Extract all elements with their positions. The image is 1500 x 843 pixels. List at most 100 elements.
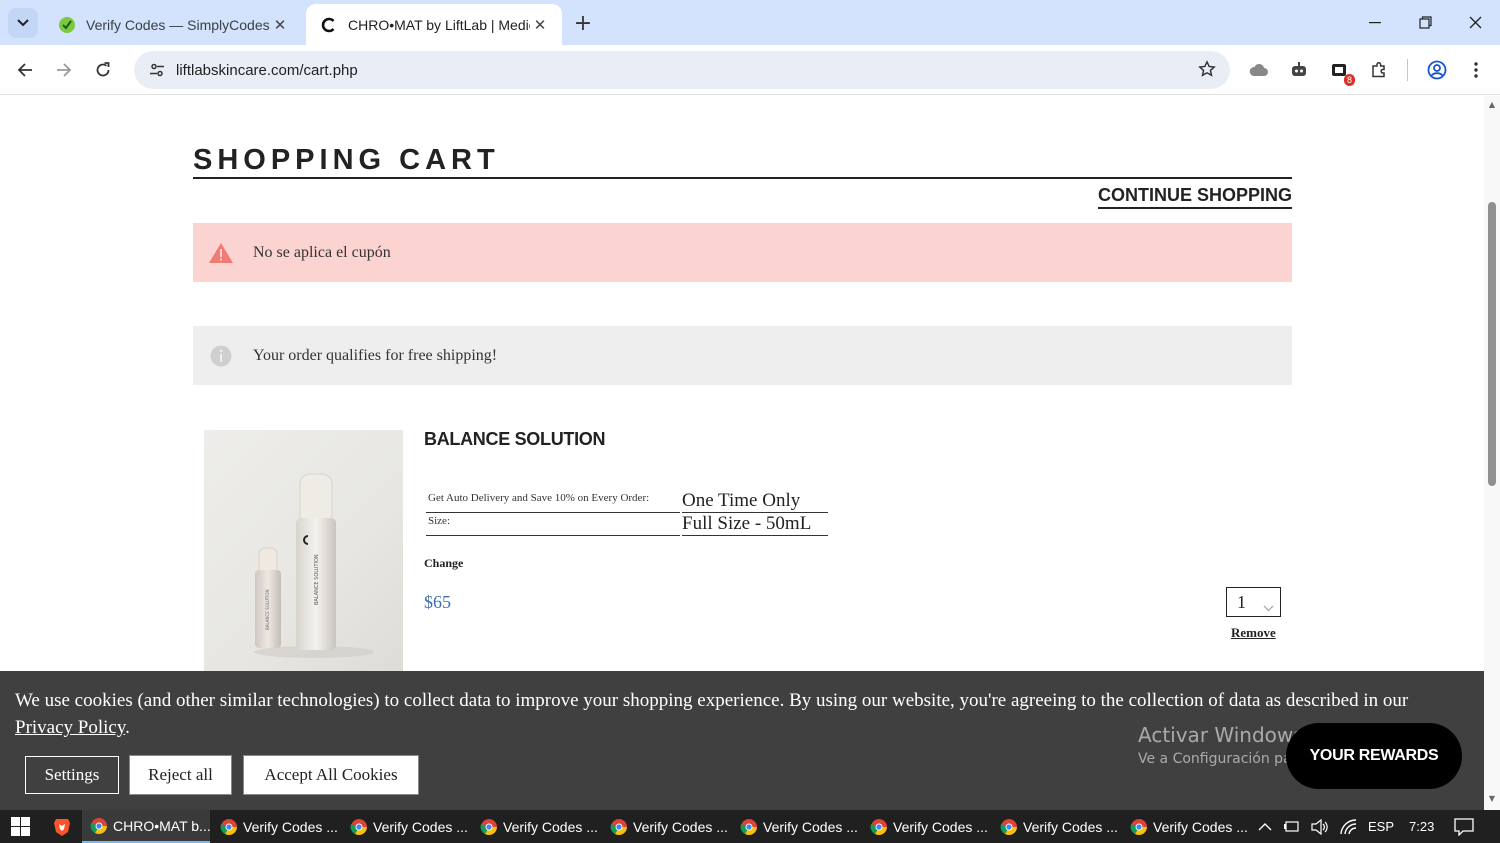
- volume-icon[interactable]: [1311, 810, 1329, 843]
- scroll-up-icon[interactable]: ▲: [1487, 100, 1497, 109]
- profile-icon[interactable]: [1425, 58, 1449, 82]
- taskbar-item-label: Verify Codes ...: [503, 818, 598, 835]
- address-bar[interactable]: liftlabskincare.com/cart.php: [134, 51, 1230, 89]
- scroll-down-icon[interactable]: ▼: [1487, 794, 1497, 803]
- close-tab-icon[interactable]: ✕: [270, 15, 290, 35]
- remove-item-link[interactable]: Remove: [1231, 625, 1276, 641]
- page-scrollbar[interactable]: ▲ ▼: [1484, 96, 1500, 810]
- product-options: Get Auto Delivery and Save 10% on Every …: [424, 490, 830, 536]
- notifications-icon[interactable]: [1454, 810, 1474, 843]
- taskbar-item[interactable]: Verify Codes ...: [862, 810, 990, 843]
- warning-icon: [207, 242, 235, 264]
- page-title: SHOPPING CART: [193, 144, 500, 176]
- bottle-label-small: BALANCE SOLUTION: [265, 589, 270, 630]
- extension-badge-count: 8: [1343, 74, 1355, 86]
- taskbar-item[interactable]: Verify Codes ...: [342, 810, 470, 843]
- forward-icon[interactable]: [49, 55, 79, 85]
- product-image[interactable]: BALANCE SOLUTION BALANCE SOLUTION: [204, 430, 403, 676]
- simplycodes-favicon-icon: [58, 16, 76, 34]
- product-name[interactable]: BALANCE SOLUTION: [424, 429, 606, 450]
- taskbar-item[interactable]: Verify Codes ...: [1122, 810, 1250, 843]
- taskbar-item[interactable]: Verify Codes ...: [602, 810, 730, 843]
- network-status-icon[interactable]: [1284, 810, 1302, 843]
- close-window-icon[interactable]: [1450, 0, 1500, 45]
- minimize-icon[interactable]: [1350, 0, 1400, 45]
- taskbar-item-label: Verify Codes ...: [373, 818, 468, 835]
- browser-toolbar: liftlabskincare.com/cart.php 8: [0, 45, 1500, 95]
- taskbar-item[interactable]: Verify Codes ...: [472, 810, 600, 843]
- start-icon[interactable]: [0, 810, 42, 843]
- continue-shopping-link[interactable]: CONTINUE SHOPPING: [1097, 185, 1292, 209]
- tab-search-dropdown-icon[interactable]: [8, 8, 38, 38]
- tab-chromat[interactable]: CHRO•MAT by LiftLab | Medical ✕: [306, 4, 562, 45]
- chrome-icon: [610, 818, 627, 835]
- privacy-policy-link[interactable]: Privacy Policy: [15, 717, 125, 738]
- chevron-down-icon: [1263, 596, 1274, 617]
- tab-title: CHRO•MAT by LiftLab | Medical: [348, 16, 530, 33]
- taskbar-item-label: Verify Codes ...: [1023, 818, 1118, 835]
- alert-message: Your order qualifies for free shipping!: [253, 346, 498, 364]
- taskbar-item-label: CHRO•MAT b...: [113, 817, 210, 834]
- change-options-link[interactable]: Change: [424, 556, 463, 571]
- chrome-icon: [740, 818, 757, 835]
- your-rewards-button[interactable]: YOUR REWARDS: [1286, 723, 1462, 789]
- language-indicator[interactable]: ESP: [1368, 810, 1394, 843]
- bottle-label: BALANCE SOLUTION: [314, 554, 320, 605]
- option-value: Full Size - 50mL: [682, 513, 828, 536]
- chrome-icon: [350, 818, 367, 835]
- restore-icon[interactable]: [1400, 0, 1450, 45]
- show-hidden-icons-icon[interactable]: [1258, 810, 1272, 843]
- quantity-select[interactable]: 1: [1226, 587, 1281, 617]
- option-row: Size: Full Size - 50mL: [426, 513, 828, 536]
- chromat-favicon-icon: [320, 16, 338, 34]
- site-settings-icon[interactable]: [140, 62, 174, 78]
- taskbar-item-label: Verify Codes ...: [1153, 818, 1248, 835]
- chrome-icon: [870, 818, 887, 835]
- quantity-value: 1: [1237, 591, 1246, 612]
- coupon-error-alert: No se aplica el cupón: [193, 223, 1292, 282]
- clock[interactable]: 7:23: [1409, 810, 1434, 843]
- info-icon: [207, 345, 235, 367]
- url-text: liftlabskincare.com/cart.php: [176, 61, 358, 79]
- alert-message: No se aplica el cupón: [253, 243, 391, 261]
- taskbar-item-label: Verify Codes ...: [893, 818, 988, 835]
- reject-all-button[interactable]: Reject all: [130, 756, 231, 794]
- chrome-icon: [480, 818, 497, 835]
- cookie-settings-button[interactable]: Settings: [25, 756, 119, 794]
- chrome-icon: [90, 817, 107, 834]
- browser-tab-bar: Verify Codes — SimplyCodes ✕ CHRO•MAT by…: [0, 0, 1500, 45]
- tab-title: Verify Codes — SimplyCodes: [86, 16, 270, 33]
- accept-all-cookies-button[interactable]: Accept All Cookies: [244, 756, 418, 794]
- page-content: SHOPPING CART CONTINUE SHOPPING No se ap…: [0, 96, 1484, 810]
- taskbar-item[interactable]: CHRO•MAT b...: [82, 810, 210, 843]
- taskbar-item-label: Verify Codes ...: [633, 818, 728, 835]
- reload-icon[interactable]: [88, 55, 118, 85]
- free-shipping-alert: Your order qualifies for free shipping!: [193, 326, 1292, 385]
- extension-badge-icon[interactable]: 8: [1327, 58, 1355, 86]
- extensions-puzzle-icon[interactable]: [1367, 58, 1391, 82]
- taskbar-item-label: Verify Codes ...: [763, 818, 858, 835]
- brave-browser-icon[interactable]: [44, 810, 80, 843]
- close-tab-icon[interactable]: ✕: [530, 15, 550, 35]
- extension-cloud-icon[interactable]: [1247, 58, 1271, 82]
- taskbar-item[interactable]: Verify Codes ...: [992, 810, 1120, 843]
- extension-robot-icon[interactable]: [1287, 58, 1311, 82]
- product-price: $65: [424, 592, 451, 612]
- cookie-text: We use cookies (and other similar techno…: [15, 690, 1409, 711]
- tab-simplycodes[interactable]: Verify Codes — SimplyCodes ✕: [44, 4, 302, 45]
- new-tab-icon[interactable]: +: [570, 10, 596, 36]
- wifi-icon[interactable]: [1340, 810, 1358, 843]
- chrome-icon: [1000, 818, 1017, 835]
- option-row: Get Auto Delivery and Save 10% on Every …: [426, 490, 828, 513]
- back-icon[interactable]: [10, 55, 40, 85]
- browser-menu-icon[interactable]: [1464, 58, 1488, 82]
- option-label: Get Auto Delivery and Save 10% on Every …: [426, 490, 680, 513]
- chrome-icon: [1130, 818, 1147, 835]
- taskbar-item[interactable]: Verify Codes ...: [212, 810, 340, 843]
- taskbar-item-label: Verify Codes ...: [243, 818, 338, 835]
- taskbar-item[interactable]: Verify Codes ...: [732, 810, 860, 843]
- bookmark-star-icon[interactable]: [1198, 60, 1216, 82]
- windows-taskbar: CHRO•MAT b... Verify Codes ... Verify Code…: [0, 810, 1500, 843]
- title-divider: [193, 177, 1292, 179]
- scrollbar-thumb[interactable]: [1488, 202, 1496, 486]
